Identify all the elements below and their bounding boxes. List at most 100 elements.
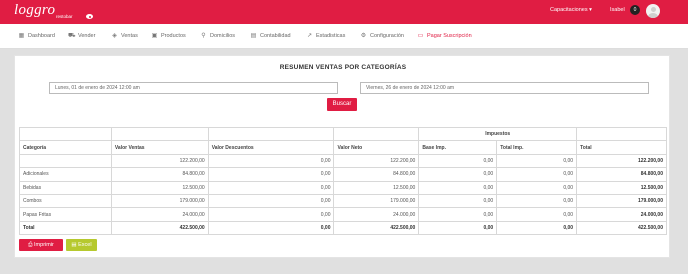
cart-icon: ⛟ <box>68 33 76 39</box>
column-header: Categoría <box>19 140 112 155</box>
table-cell: 0,00 <box>496 220 578 236</box>
tag-icon: ◈ <box>112 33 117 39</box>
column-header: Valor Descuentos <box>207 140 335 155</box>
table-cell: 12.500,00 <box>333 180 420 195</box>
page-title: RESUMEN VENTAS POR CATEGORÍAS <box>279 64 407 71</box>
table-row: Adicionales 84.800,00 0,00 84.800,00 0,0… <box>19 167 667 182</box>
table-group-header-impuestos: Impuestos <box>418 126 578 142</box>
table-cell: 422.500,00 <box>576 220 667 236</box>
table-cell: 179.000,00 <box>110 193 209 209</box>
nav-label: Estadisticas <box>316 32 346 39</box>
eye-icon[interactable] <box>86 14 93 19</box>
excel-label: Excel <box>78 242 92 248</box>
table-cell: 24.000,00 <box>333 207 420 222</box>
table-cell: Total <box>19 220 112 236</box>
sales-table: Impuestos Categoría Valor Ventas Valor D… <box>19 126 667 236</box>
table-header-empty <box>333 126 420 142</box>
nav-label: Pagar Suscripción <box>427 32 472 39</box>
capacitaciones-menu[interactable]: Capacitaciones ▾ <box>550 7 592 13</box>
column-header: Total Imp. <box>496 140 578 155</box>
top-bar: loggro restobar Capacitaciones ▾ Isabel … <box>0 0 688 24</box>
notification-badge[interactable]: 0 <box>630 5 640 15</box>
table-header-empty <box>207 126 335 142</box>
nav-vender[interactable]: ⛟ Vender <box>68 32 95 40</box>
table-cell: 0,00 <box>418 220 498 236</box>
table-header-row: Categoría Valor Ventas Valor Descuentos … <box>19 140 667 155</box>
nav-ventas[interactable]: ◈ Ventas <box>111 32 138 40</box>
print-label: Imprimir <box>34 242 54 248</box>
table-cell: 0,00 <box>496 180 578 195</box>
capacitaciones-label: Capacitaciones <box>550 7 588 13</box>
table-cell: 122.200,00 <box>333 153 420 169</box>
grid-icon: ▦ <box>18 33 25 39</box>
column-header: Valor Ventas <box>110 140 209 155</box>
table-group-header-row: Impuestos <box>19 126 667 142</box>
search-button[interactable]: Buscar <box>327 98 357 111</box>
nav-domicilios[interactable]: ⚲ Domicilios <box>200 32 236 40</box>
logo-subtitle: restobar <box>56 14 73 19</box>
table-header-empty <box>19 126 112 142</box>
nav-label: Contabilidad <box>260 32 291 39</box>
table-cell: 24.000,00 <box>576 207 667 222</box>
nav-dashboard[interactable]: ▦ Dashboard <box>18 32 55 40</box>
table-header-empty <box>110 126 209 142</box>
table-cell: 0,00 <box>496 207 578 222</box>
table-cell: Papas Fritas <box>19 207 112 222</box>
date-to-input[interactable]: Viernes, 26 de enero de 2024 12:00 am <box>360 82 649 94</box>
column-header: Total <box>576 140 667 155</box>
nav-label: Ventas <box>121 32 138 39</box>
table-cell: 422.500,00 <box>110 220 209 236</box>
table-cell: 0,00 <box>207 220 335 236</box>
nav-label: Productos <box>161 32 186 39</box>
print-icon: ⎙ <box>28 242 33 248</box>
table-cell: 0,00 <box>207 207 335 222</box>
gear-icon: ⚙ <box>360 33 367 39</box>
table-cell: 0,00 <box>418 207 498 222</box>
table-cell: 84.800,00 <box>576 167 667 182</box>
nav-productos[interactable]: ▣ Productos <box>151 32 186 40</box>
nav-estadisticas[interactable]: ↗ Estadisticas <box>306 32 346 40</box>
table-cell: 12.500,00 <box>110 180 209 195</box>
nav-label: Domicilios <box>210 32 236 39</box>
table-row: Papas Fritas 24.000,00 0,00 24.000,00 0,… <box>19 207 667 222</box>
nav-contabilidad[interactable]: ▤ Contabilidad <box>250 32 291 40</box>
table-cell: 0,00 <box>207 153 335 169</box>
avatar[interactable] <box>646 4 660 18</box>
nav-label: Configuración <box>370 32 404 39</box>
table-cell <box>19 153 112 169</box>
logo[interactable]: loggro <box>14 2 55 19</box>
table-cell: 0,00 <box>496 167 578 182</box>
table-cell: 0,00 <box>496 153 578 169</box>
table-row: Bebidas 12.500,00 0,00 12.500,00 0,00 0,… <box>19 180 667 195</box>
bike-icon: ⚲ <box>201 33 206 39</box>
spreadsheet-icon: ▤ <box>71 242 77 248</box>
table-cell: 122.200,00 <box>110 153 209 169</box>
calendar-icon: ▤ <box>250 33 257 39</box>
table-cell: Bebidas <box>19 180 112 195</box>
nav-label: Dashboard <box>28 32 55 39</box>
nav-pagar-suscripcion[interactable]: ▭ Pagar Suscripción <box>417 32 472 40</box>
table-cell: 84.800,00 <box>110 167 209 182</box>
user-name[interactable]: Isabel <box>610 7 625 13</box>
table-cell: 122.200,00 <box>576 153 667 169</box>
table-cell: 0,00 <box>418 167 498 182</box>
card-icon: ▭ <box>417 33 424 39</box>
table-total-row: Total 422.500,00 0,00 422.500,00 0,00 0,… <box>19 220 667 236</box>
box-icon: ▣ <box>151 33 158 39</box>
date-from-input[interactable]: Lunes, 01 de enero de 2024 12:00 am <box>49 82 338 94</box>
table-row: Combos 179.000,00 0,00 179.000,00 0,00 0… <box>19 193 667 209</box>
table-header-empty <box>576 126 667 142</box>
table-cell: 0,00 <box>207 180 335 195</box>
table-cell: 0,00 <box>207 193 335 209</box>
nav-configuracion[interactable]: ⚙ Configuración <box>360 32 404 40</box>
print-button[interactable]: ⎙ Imprimir <box>19 239 63 251</box>
table-cell: 0,00 <box>496 193 578 209</box>
column-header: Base Imp. <box>418 140 498 155</box>
table-cell: 84.800,00 <box>333 167 420 182</box>
table-row: 122.200,00 0,00 122.200,00 0,00 0,00 122… <box>19 153 667 169</box>
column-header: Valor Neto <box>333 140 420 155</box>
table-cell: 24.000,00 <box>110 207 209 222</box>
report-card: RESUMEN VENTAS POR CATEGORÍAS Lunes, 01 … <box>14 55 670 258</box>
excel-button[interactable]: ▤ Excel <box>66 239 97 251</box>
table-cell: Combos <box>19 193 112 209</box>
